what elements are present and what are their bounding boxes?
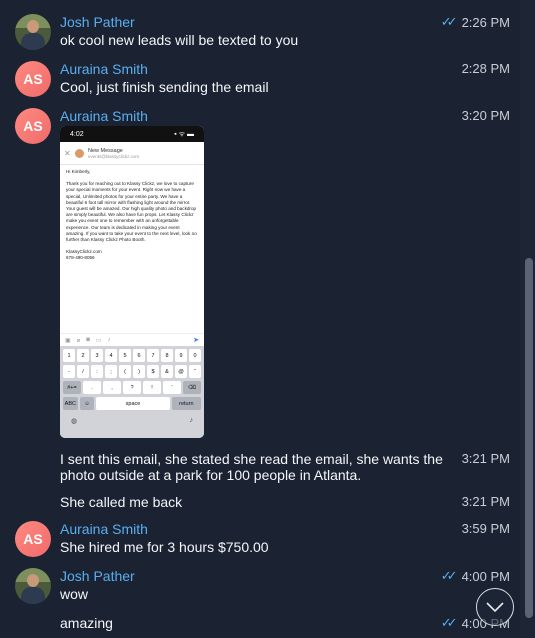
message-text-line-1: I sent this email, she stated she read t…	[60, 451, 443, 467]
read-check-icon: ✓✓	[440, 568, 458, 583]
keyboard-key: .	[83, 381, 101, 394]
send-icon: ➤	[193, 337, 199, 344]
keyboard-key: 3	[91, 349, 103, 362]
chat-history: Josh Pather ok cool new leads will be te…	[0, 0, 520, 638]
email-greeting: Hi Kimberly,	[66, 169, 91, 174]
message-time: 2:28 PM	[461, 61, 510, 76]
avatar	[75, 148, 84, 158]
message-text: ok cool new leads will be texted to you	[60, 32, 299, 48]
sender-name[interactable]: Josh Pather	[60, 14, 135, 30]
doc-icon: ▭	[95, 337, 102, 344]
keyboard-key: /	[77, 365, 89, 378]
message-text-line-2: photo outside at a park for 100 people i…	[60, 467, 362, 483]
emoji-icon: ☺	[79, 397, 95, 410]
keyboard-key: ;	[105, 365, 117, 378]
message-time: 3:59 PM	[461, 521, 510, 536]
keyboard-key: 0	[189, 349, 201, 362]
message-text: She called me back	[60, 494, 183, 510]
scroll-to-bottom-button[interactable]	[476, 588, 514, 626]
keyboard-key: 6	[133, 349, 145, 362]
keyboard-key: “	[189, 365, 201, 378]
message-text: Cool, just finish sending the email	[60, 79, 269, 95]
keyboard-key: ⌫	[183, 381, 201, 394]
email-header: ✕ New Message events@klassyclickz.com	[60, 142, 204, 165]
sender-name[interactable]: Auraina Smith	[60, 61, 148, 77]
message-time: 3:21 PM	[461, 451, 510, 466]
keyboard-key: 5	[119, 349, 131, 362]
avatar-auraina[interactable]: AS	[15, 61, 51, 97]
keyboard-key: ?	[123, 381, 141, 394]
keyboard: 1234567890 - /:;() $ & @ “ #+=.,?!’ ⌫ ABC ☺ sp…	[60, 346, 204, 438]
keyboard-key: :	[91, 365, 103, 378]
key-return: return	[171, 397, 201, 410]
message-time: 3:21 PM	[461, 494, 510, 509]
keyboard-key: 4	[105, 349, 117, 362]
keyboard-key: #+=	[63, 381, 81, 394]
message-time: ✓✓ 4:00 PM	[440, 568, 510, 584]
avatar-auraina[interactable]: AS	[15, 108, 51, 144]
scrollbar-thumb[interactable]	[525, 258, 533, 618]
message-text: amazing	[60, 615, 113, 631]
keyboard-key: &	[161, 365, 173, 378]
keyboard-key: $	[147, 365, 159, 378]
keyboard-key: ’	[163, 381, 181, 394]
sender-name[interactable]: Josh Pather	[60, 568, 135, 584]
chevron-down-icon	[486, 602, 504, 613]
message-time: ✓✓ 2:26 PM	[440, 14, 510, 30]
keyboard-key: !	[143, 381, 161, 394]
attach-icon: ⌀	[76, 337, 81, 344]
mic-icon: ♪	[189, 417, 194, 424]
sender-name[interactable]: Auraina Smith	[60, 521, 148, 537]
key-abc: ABC	[63, 397, 78, 410]
image-icon: ▣	[65, 337, 71, 344]
avatar-josh[interactable]	[15, 14, 51, 50]
camera-icon: ◙	[86, 337, 90, 343]
sender-name[interactable]: Auraina Smith	[60, 108, 148, 124]
keyboard-key: 8	[161, 349, 173, 362]
globe-icon: ◍	[71, 418, 78, 425]
avatar-auraina[interactable]: AS	[15, 521, 51, 557]
read-check-icon: ✓✓	[440, 14, 458, 29]
email-body: Hi Kimberly, Thank you for reaching out …	[60, 165, 204, 333]
keyboard-key: 7	[147, 349, 159, 362]
email-screenshot-image[interactable]: 4:02 ▪ ᯤ ▬ ✕ New Message events@klassycl…	[60, 126, 204, 438]
email-toolbar: ▣ ⌀ ◙ ▭ ♪ ➤	[60, 333, 204, 346]
message-text: She hired me for 3 hours $750.00	[60, 539, 269, 555]
keyboard-key: @	[175, 365, 187, 378]
scrollbar[interactable]	[520, 0, 535, 638]
keyboard-key: 1	[63, 349, 75, 362]
mic-icon: ♪	[107, 337, 111, 343]
keyboard-key: ,	[103, 381, 121, 394]
status-icons: ▪ ᯤ ▬	[174, 130, 194, 138]
keyboard-key: 2	[77, 349, 89, 362]
email-from: events@klassyclickz.com	[88, 153, 140, 159]
message-time: 3:20 PM	[461, 108, 510, 123]
key-space: space	[96, 397, 170, 410]
keyboard-key: 9	[175, 349, 187, 362]
read-check-icon: ✓✓	[440, 615, 458, 630]
email-signature-phone: 678-490-8056	[66, 255, 95, 261]
phone-status-bar: 4:02 ▪ ᯤ ▬	[60, 126, 204, 142]
close-icon: ✕	[64, 148, 71, 158]
email-text: Thank you for reaching out to Klassy Cli…	[66, 181, 197, 243]
keyboard-key: -	[63, 365, 75, 378]
keyboard-key: )	[133, 365, 145, 378]
keyboard-key: (	[119, 365, 131, 378]
message-text: wow	[60, 586, 89, 602]
avatar-josh[interactable]	[15, 568, 51, 604]
